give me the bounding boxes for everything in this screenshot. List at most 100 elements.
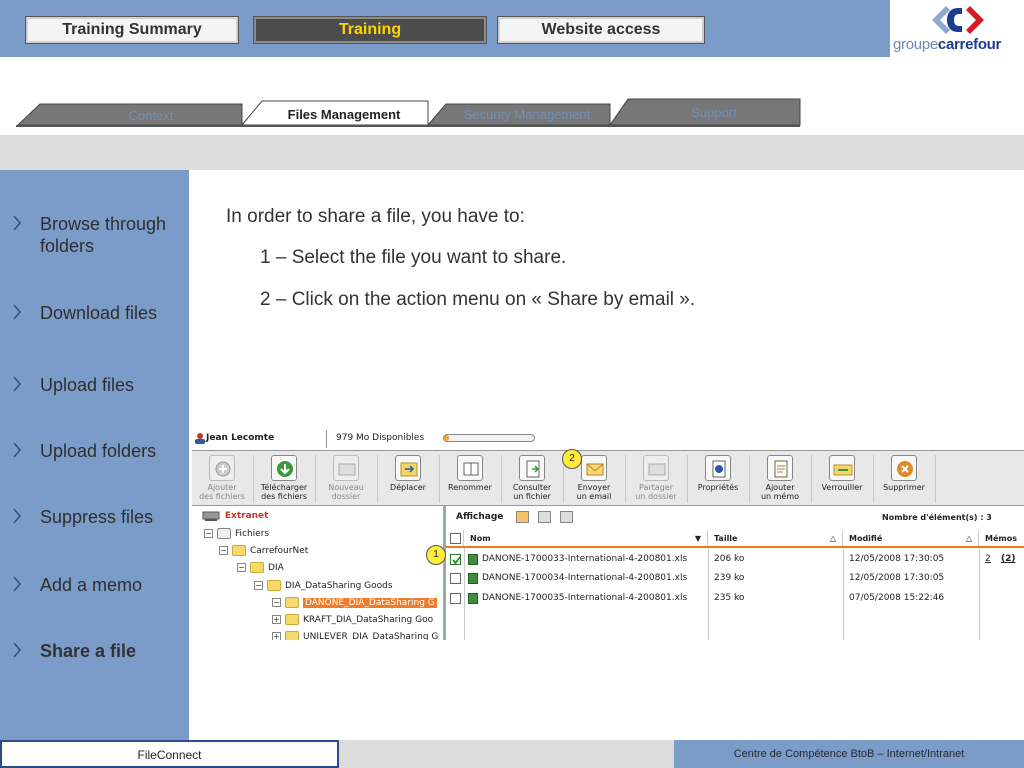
excel-file-icon [468, 593, 478, 604]
file-size: 239 ko [714, 573, 745, 583]
shared-folder-icon [267, 580, 281, 591]
folder-icon [285, 631, 299, 640]
thumbnail-view-icon[interactable] [560, 511, 573, 523]
top-navigation: Training Summary Training Website access… [0, 0, 1024, 57]
user-icon [195, 433, 205, 444]
subtab-context[interactable]: Context [60, 108, 242, 123]
file-checkbox[interactable] [450, 593, 461, 604]
memo-link[interactable]: (2) [1001, 550, 1016, 569]
excel-file-icon [468, 554, 478, 565]
download-files-button[interactable]: Télécharger des fichiers [254, 453, 314, 505]
sidebar-item-label: Upload folders [40, 441, 157, 461]
share-folder-button[interactable]: Partager un dossier [626, 453, 686, 505]
delete-button[interactable]: Supprimer [874, 453, 934, 505]
footer-app-name: FileConnect [0, 740, 339, 768]
sort-asc-icon: △ [829, 534, 836, 543]
chevron-right-icon [13, 304, 21, 320]
tab-website-access[interactable]: Website access [497, 16, 705, 44]
sidebar: Browse through folders Download files Up… [0, 170, 189, 740]
new-folder-button[interactable]: Nouveau dossier [316, 453, 376, 505]
subtab-security-management[interactable]: Security Management [446, 107, 608, 122]
tree-node[interactable]: + KRAFT_DIA_DataSharing Goo [272, 613, 433, 627]
shared-folder-icon [285, 597, 299, 608]
sidebar-item-upload-files[interactable]: Upload files [0, 374, 189, 396]
list-view-icon[interactable] [516, 511, 529, 523]
check-icon [452, 556, 461, 565]
sidebar-item-label: Browse through folders [40, 214, 167, 256]
detail-view-icon[interactable] [538, 511, 551, 523]
tree-node[interactable]: − DIA [237, 561, 284, 575]
collapse-icon[interactable]: − [272, 598, 281, 607]
properties-button[interactable]: Propriétés [688, 453, 748, 505]
display-label: Affichage [456, 512, 504, 522]
column-size[interactable]: Taille △ [708, 530, 843, 546]
carrefour-logo: groupecarrefour [890, 0, 1024, 57]
collapse-icon[interactable]: − [237, 563, 246, 572]
folder-tree: Extranet − Fichiers − CarrefourNet − DIA − D… [192, 506, 446, 640]
file-checkbox[interactable] [450, 573, 461, 584]
tab-training[interactable]: Training [253, 16, 487, 44]
file-name: DANONE-1700033-International-4-200801.xl… [482, 554, 688, 564]
expand-icon[interactable]: + [272, 615, 281, 624]
column-modified[interactable]: Modifié △ [843, 530, 979, 546]
file-row[interactable]: DANONE-1700035-International-4-200801.xl… [446, 589, 1024, 608]
sidebar-item-label: Add a memo [40, 575, 143, 595]
tree-root-label: Extranet [224, 511, 269, 521]
sidebar-item-browse-folders[interactable]: Browse through folders [0, 213, 189, 279]
column-name[interactable]: Nom ▼ [464, 530, 708, 546]
sidebar-item-share-file[interactable]: Share a file [0, 640, 189, 662]
file-row[interactable]: DANONE-1700034-International-4-200801.xl… [446, 569, 1024, 588]
file-modified: 07/05/2008 15:22:46 [849, 593, 945, 603]
subtab-support[interactable]: Support [628, 105, 800, 120]
divider [326, 430, 327, 448]
subtab-files-management[interactable]: Files Management [262, 107, 426, 122]
collapse-icon[interactable]: − [219, 546, 228, 555]
select-all-checkbox[interactable] [450, 533, 461, 544]
files-icon [217, 528, 231, 539]
sub-tab-shapes [16, 98, 801, 126]
column-memos[interactable]: Mémos [979, 530, 1024, 546]
file-modified: 12/05/2008 17:30:05 [849, 573, 945, 583]
user-name: Jean Lecomte [206, 433, 275, 443]
instruction-step-2: 2 – Click on the action menu on « Share … [260, 289, 696, 310]
sidebar-item-label: Upload files [40, 375, 135, 395]
action-toolbar: Ajouter des fichiers Télécharger des fichi… [192, 450, 1024, 506]
sort-asc-icon: △ [965, 534, 972, 543]
share-folder-icon [643, 455, 669, 481]
sidebar-item-add-memo[interactable]: Add a memo [0, 574, 189, 596]
network-icon [202, 511, 220, 521]
rename-button[interactable]: Renommer [440, 453, 500, 505]
add-memo-button[interactable]: Ajouter un mémo [750, 453, 810, 505]
collapse-icon[interactable]: − [254, 581, 263, 590]
memo-count[interactable]: 2 [985, 550, 991, 569]
view-file-icon [519, 455, 545, 481]
chevron-right-icon [13, 215, 21, 231]
tree-node[interactable]: − CarrefourNet [219, 544, 308, 558]
tree-node-selected[interactable]: − DANONE_DIA_DataSharing G [272, 596, 437, 610]
collapse-icon[interactable]: − [204, 529, 213, 538]
add-files-button[interactable]: Ajouter des fichiers [192, 453, 252, 505]
toolbar-separator [935, 455, 936, 503]
chevron-right-icon [13, 642, 21, 658]
properties-icon [705, 455, 731, 481]
move-button[interactable]: Déplacer [378, 453, 438, 505]
sidebar-item-suppress-files[interactable]: Suppress files [0, 506, 189, 550]
tab-training-summary[interactable]: Training Summary [25, 16, 239, 44]
file-row[interactable]: DANONE-1700033-International-4-200801.xl… [446, 550, 1024, 569]
header-checkbox-cell [446, 530, 464, 546]
tree-root[interactable]: Extranet [202, 509, 268, 523]
chevron-right-icon [13, 376, 21, 392]
file-name: DANONE-1700034-International-4-200801.xl… [482, 573, 688, 583]
expand-icon[interactable]: + [272, 632, 281, 640]
file-checkbox-checked[interactable] [450, 554, 461, 565]
tree-node[interactable]: − DIA_DataSharing Goods [254, 579, 393, 593]
view-file-button[interactable]: Consulter un fichier [502, 453, 562, 505]
user-bar: Jean Lecomte 979 Mo Disponibles [192, 428, 1024, 450]
lock-icon [829, 455, 855, 481]
sidebar-item-download-files[interactable]: Download files [0, 302, 189, 346]
lock-button[interactable]: Verrouiller [812, 453, 872, 505]
tree-node[interactable]: + UNILEVER_DIA_DataSharing G [272, 630, 438, 640]
tree-node[interactable]: − Fichiers [204, 527, 269, 541]
sidebar-item-upload-folders[interactable]: Upload folders [0, 440, 189, 484]
quota-bar [443, 434, 535, 442]
